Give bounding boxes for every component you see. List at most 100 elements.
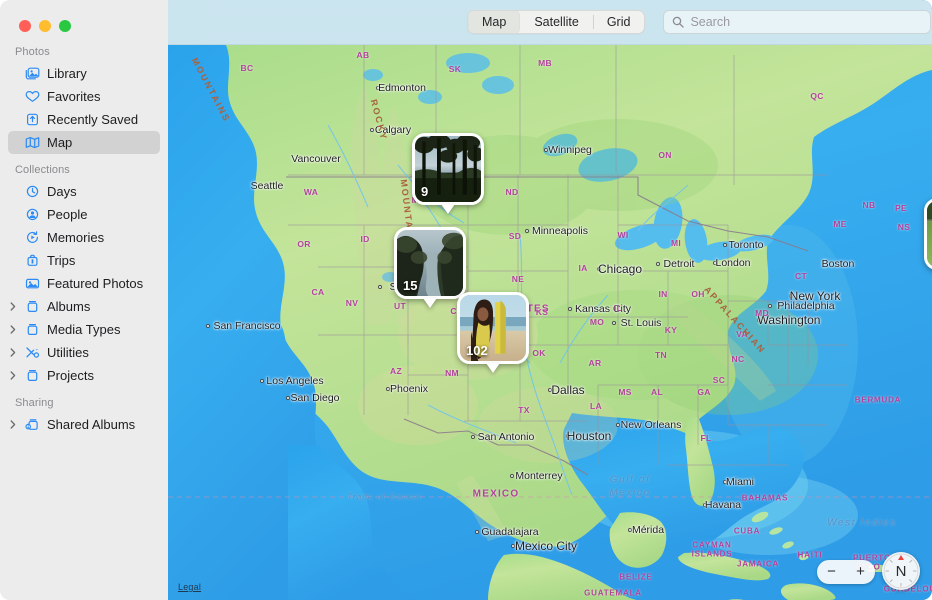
view-mode-segmented-control[interactable]: Map Satellite Grid [467,10,646,34]
city-dot [612,321,616,325]
cluster-pacific-northwest[interactable]: 9 [412,133,484,214]
sidebar-item-library[interactable]: Library [8,62,160,85]
toolbar: Map Satellite Grid Search [168,0,932,45]
sidebar-item-label: Favorites [47,89,101,104]
sidebar-item-shared-albums[interactable]: Shared Albums [8,413,160,436]
sidebar-section-collections-title: Collections [15,164,70,176]
city-dot [511,544,515,548]
sidebar-item-utilities[interactable]: Utilities [8,341,160,364]
search-field[interactable]: Search [663,10,932,34]
city-dot [789,294,793,298]
sidebar-section-sharing-list: Shared Albums [0,413,168,436]
cluster-count: 15 [403,278,418,293]
cluster-count: 9 [421,184,429,199]
city-dot [656,262,660,266]
city-dot [713,261,717,265]
heart-icon [24,89,40,105]
sidebar-item-trips[interactable]: Trips [8,249,160,272]
cluster-thumbnail[interactable]: 9 [412,133,484,205]
main-content: Map Satellite Grid Search Edmonton Calga… [168,0,932,600]
sidebar-section-sharing-title: Sharing [15,397,54,409]
city-dot [768,304,772,308]
minimize-button[interactable] [39,19,51,32]
sidebar-item-label: Trips [47,253,76,268]
cluster-los-angeles[interactable]: 102 [457,292,529,373]
search-icon [672,16,685,28]
segment-satellite[interactable]: Satellite [520,11,592,33]
compass-control[interactable]: N [882,552,920,590]
albums-icon [24,299,40,315]
window-traffic-lights [0,0,168,36]
chevron-right-icon[interactable] [8,420,18,429]
sidebar-item-map[interactable]: Map [8,131,160,154]
map-canvas [168,45,932,600]
library-icon [24,66,40,82]
city-dot [525,229,529,233]
legal-link[interactable]: Legal [178,582,201,592]
chevron-right-icon[interactable] [8,348,18,357]
chevron-right-icon[interactable] [8,302,18,311]
city-dot [544,148,548,152]
recently-saved-icon [24,112,40,128]
clock-icon [24,184,40,200]
city-dot [723,480,727,484]
cluster-thumbnail[interactable]: 15 [394,227,466,299]
zoom-button[interactable] [59,19,71,32]
sidebar-item-label: Albums [47,299,91,314]
search-placeholder: Search [690,15,731,29]
segment-grid[interactable]: Grid [592,11,645,33]
sidebar-item-days[interactable]: Days [8,180,160,203]
cluster-count: 102 [466,343,488,358]
cluster-oregon-coast[interactable]: 15 [394,227,466,308]
sidebar-item-people[interactable]: People [8,203,160,226]
sidebar-item-label: Media Types [47,322,121,337]
photos-app-window: Photos Library Favorites Recently Saved … [0,0,932,600]
sidebar-item-label: Map [47,135,73,150]
sidebar-item-recently-saved[interactable]: Recently Saved [8,108,160,131]
city-dot [628,528,632,532]
city-dot [757,318,761,322]
sidebar-item-favorites[interactable]: Favorites [8,85,160,108]
sidebar-item-featured-photos[interactable]: Featured Photos [8,272,160,295]
sidebar-item-label: People [47,207,88,222]
sidebar-section-photos-title: Photos [15,46,50,58]
city-dot [510,474,514,478]
sidebar-item-label: Recently Saved [47,112,139,127]
segment-map[interactable]: Map [468,11,521,33]
sidebar-item-label: Projects [47,368,94,383]
sidebar-item-label: Featured Photos [47,276,144,291]
zoom-out-button[interactable]: − [817,560,846,584]
zoom-controls[interactable]: − + [817,560,875,584]
trips-icon [24,253,40,269]
city-dot [475,530,479,534]
zoom-in-button[interactable]: + [846,560,875,584]
sidebar-item-media-types[interactable]: Media Types [8,318,160,341]
sidebar-item-label: Utilities [47,345,89,360]
cluster-new-york[interactable]: 7 [924,198,932,270]
map-icon [24,135,40,151]
cluster-thumbnail[interactable]: 7 [924,198,932,270]
sidebar-item-projects[interactable]: Projects [8,364,160,387]
sidebar-section-collections-list: Days People Memories Trips Featured Phot… [0,180,168,387]
sidebar-item-label: Days [47,184,77,199]
chevron-right-icon[interactable] [8,371,18,380]
city-dot [370,128,374,132]
city-dot [568,307,572,311]
sidebar: Photos Library Favorites Recently Saved … [0,0,168,600]
city-dot [616,423,620,427]
chevron-right-icon[interactable] [8,325,18,334]
sidebar-item-memories[interactable]: Memories [8,226,160,249]
person-icon [24,207,40,223]
utilities-icon [24,345,40,361]
city-dot [206,324,210,328]
projects-icon [24,368,40,384]
sidebar-item-label: Memories [47,230,105,245]
close-button[interactable] [19,19,31,32]
sidebar-item-albums[interactable]: Albums [8,295,160,318]
cluster-pointer [423,298,437,308]
city-dot [386,387,390,391]
media-types-icon [24,322,40,338]
sidebar-item-label: Library [47,66,87,81]
map-view[interactable]: Edmonton Calgary Winnipeg Vancouver Seattle M… [168,45,932,600]
cluster-thumbnail[interactable]: 102 [457,292,529,364]
